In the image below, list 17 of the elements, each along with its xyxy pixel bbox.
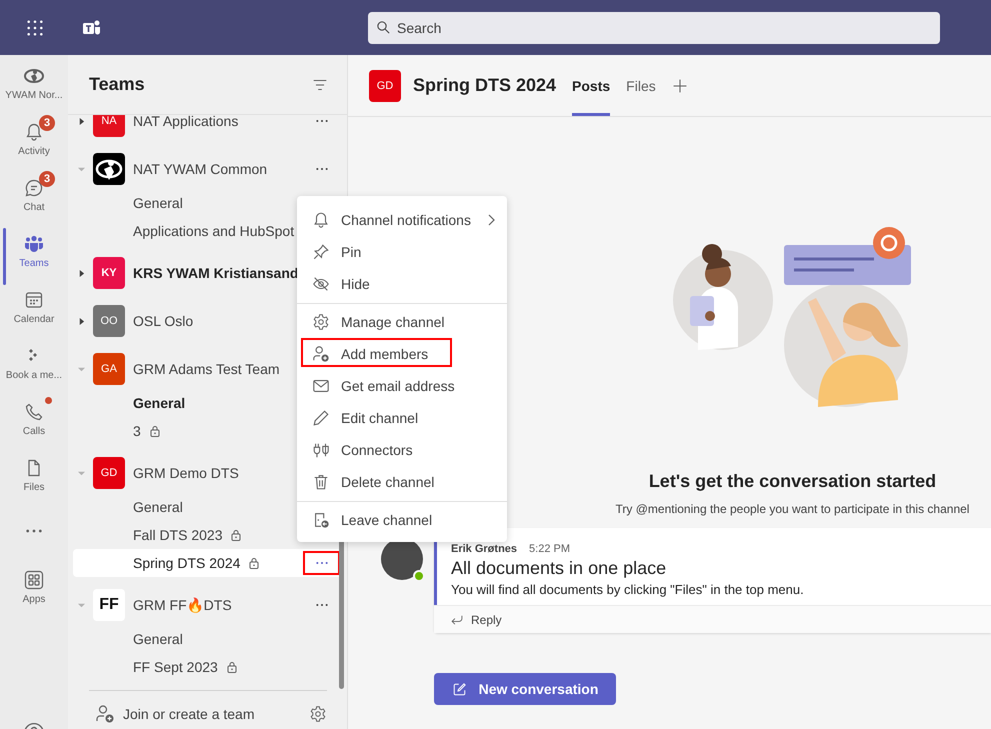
- message-author: Erik Grøtnes: [451, 543, 518, 555]
- panel-title: Teams: [89, 74, 146, 95]
- team-avatar: OO: [93, 305, 125, 337]
- team-avatar: GA: [93, 353, 125, 385]
- empty-state-hint: Try @mentioning the people you want to participate in this channel: [616, 502, 970, 516]
- team-avatar: FF: [93, 589, 125, 621]
- notification-badge: 3: [39, 171, 55, 187]
- empty-state-heading: Let's get the conversation started: [648, 471, 936, 492]
- channel-title: Spring DTS 2024: [413, 75, 556, 96]
- channel-avatar: GD: [369, 70, 401, 102]
- notification-badge: 3: [39, 115, 55, 131]
- team-avatar: NA: [93, 115, 125, 137]
- team-avatar: GD: [93, 457, 125, 489]
- message-time: 5:22 PM: [529, 543, 570, 555]
- team-avatar: KY: [93, 257, 125, 289]
- message-subject: All documents in one place: [451, 558, 668, 579]
- message-body: You will find all documents by clicking "Files" in the top menu.: [451, 582, 805, 597]
